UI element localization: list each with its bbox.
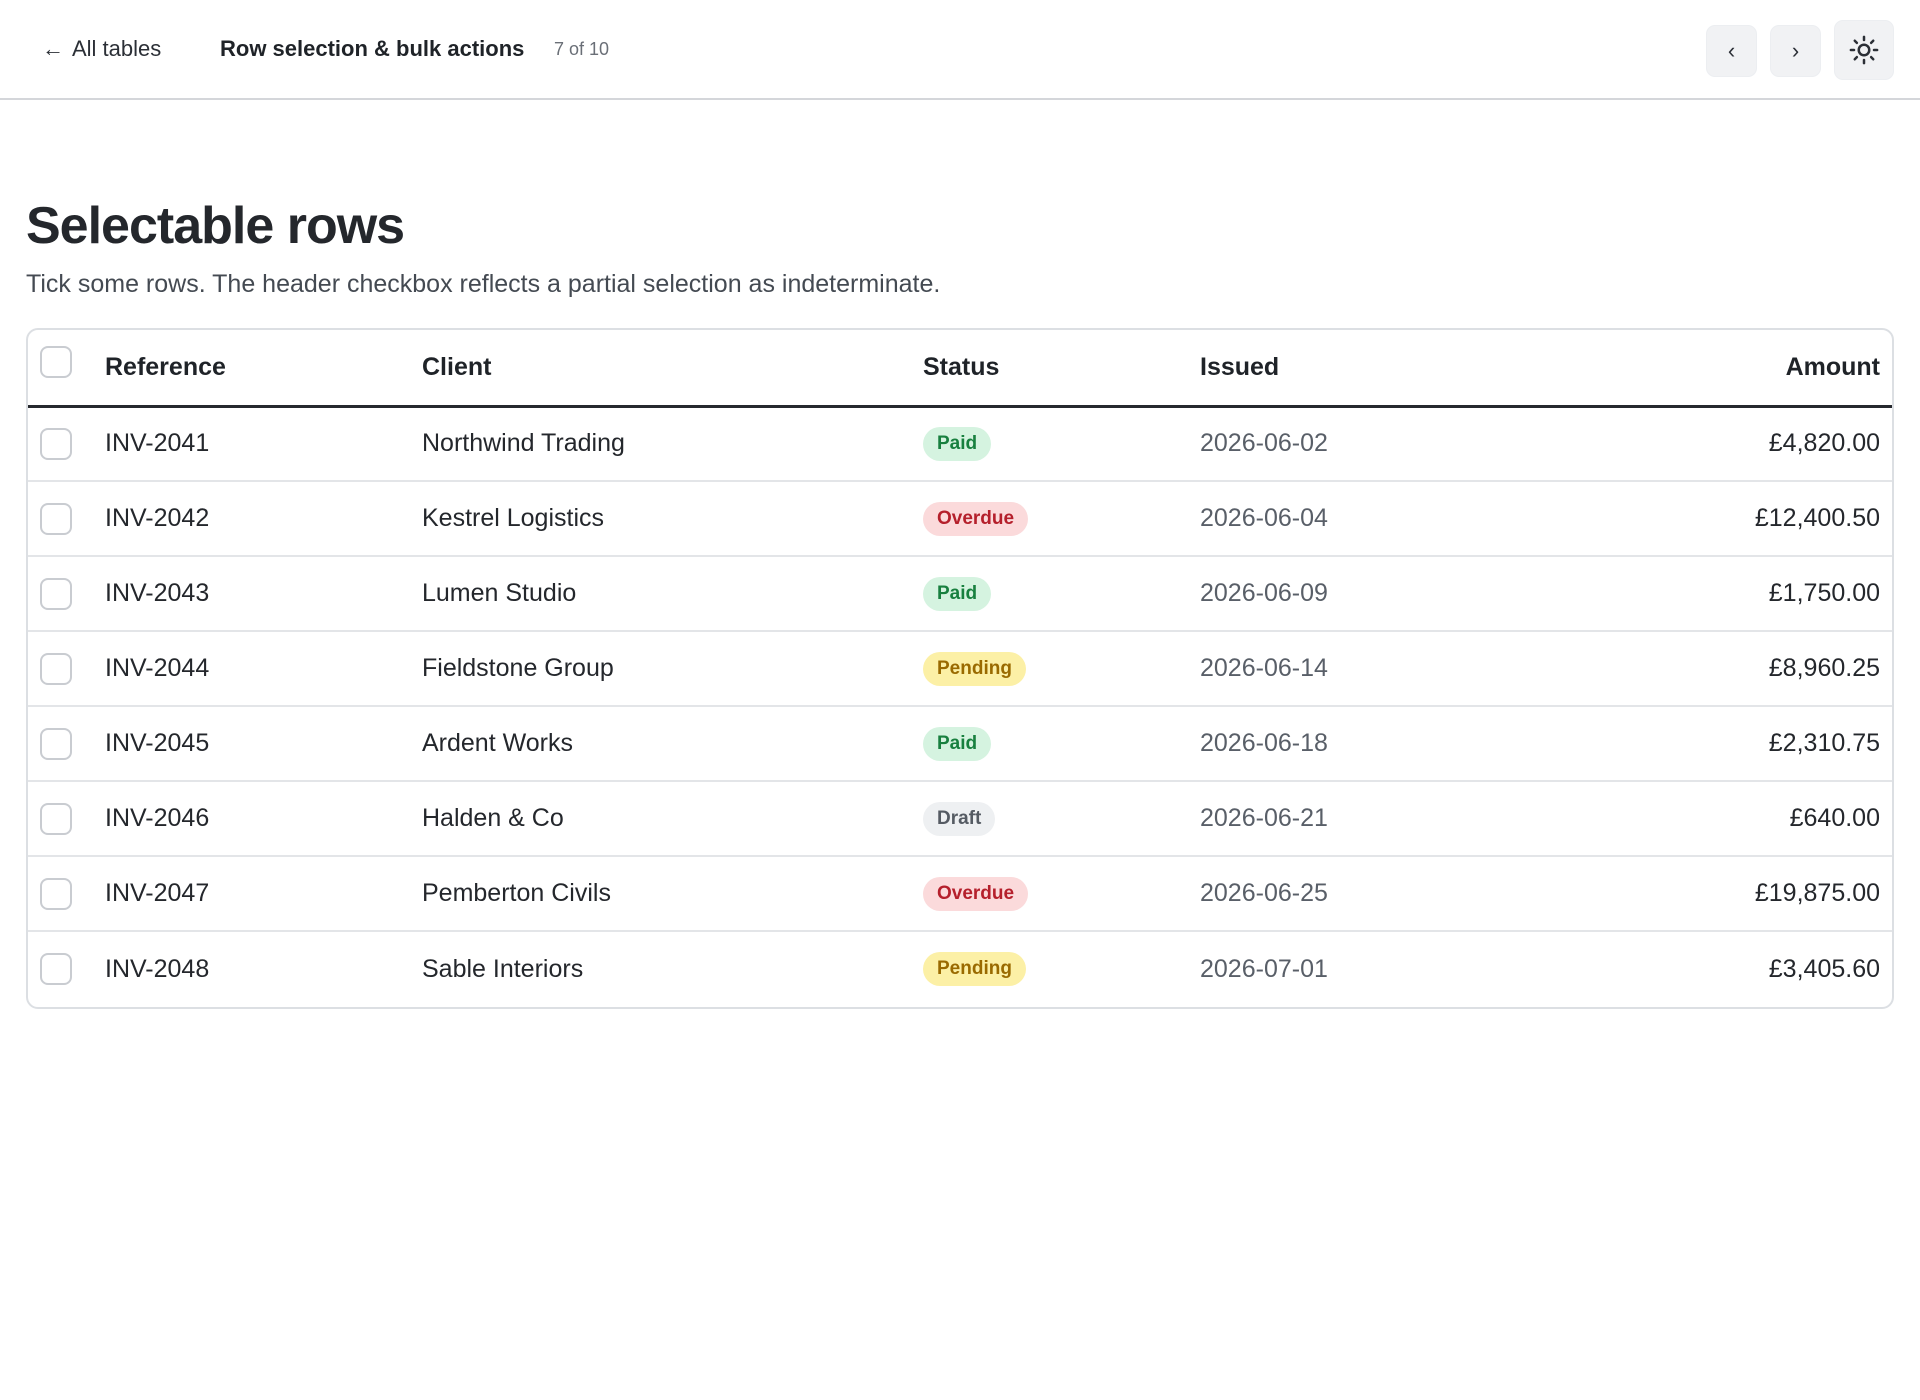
select-all-checkbox[interactable] <box>40 346 72 379</box>
page-title: Selectable rows <box>26 197 405 255</box>
row-select-cell <box>28 556 105 631</box>
column-header-issued[interactable]: Issued <box>1200 330 1549 406</box>
reference-cell: INV-2043 <box>105 579 210 607</box>
reference-cell: INV-2041 <box>105 429 210 458</box>
row-checkbox[interactable] <box>40 427 72 460</box>
row-checkbox[interactable] <box>40 727 72 760</box>
table-row[interactable]: INV-2045 Ardent Works Paid 2026-06-18 £2,310… <box>28 706 1892 781</box>
client-cell: Kestrel Logistics <box>422 504 605 532</box>
row-checkbox[interactable] <box>40 953 72 985</box>
client-cell: Northwind Trading <box>422 429 625 458</box>
amount-cell: £640.00 <box>1789 804 1880 832</box>
top-bar: ← All tables Row selection & bulk action… <box>0 0 1920 100</box>
amount-cell: £3,405.60 <box>1768 954 1880 983</box>
row-checkbox[interactable] <box>40 802 72 835</box>
chevron-left-icon: ‹ <box>1727 38 1736 63</box>
row-checkbox[interactable] <box>40 502 72 535</box>
client-cell: Sable Interiors <box>422 954 584 983</box>
status-badge: Paid <box>923 576 992 611</box>
table-header-row: Reference Client Status Issued Amount <box>28 330 1892 406</box>
column-header-amount[interactable]: Amount <box>1549 330 1892 406</box>
status-cell: Pending <box>923 631 1200 706</box>
reference-cell: INV-2045 <box>105 729 210 757</box>
all-tables-label: All tables <box>72 36 162 61</box>
status-badge: Paid <box>923 726 992 761</box>
invoice-table: Reference Client Status Issued Amount IN… <box>28 330 1892 1006</box>
status-badge: Paid <box>923 426 992 461</box>
issued-cell: 2026-06-25 <box>1200 879 1328 907</box>
column-header-client[interactable]: Client <box>422 330 923 406</box>
next-button[interactable]: › <box>1770 25 1821 77</box>
status-badge: Pending <box>923 952 1026 986</box>
table-row[interactable]: INV-2042 Kestrel Logistics Overdue 2026-06-… <box>28 481 1892 556</box>
status-cell: Draft <box>923 781 1200 856</box>
table-row[interactable]: INV-2044 Fieldstone Group Pending 2026-06-1… <box>28 631 1892 706</box>
issued-cell: 2026-06-18 <box>1200 729 1328 757</box>
row-select-cell <box>28 481 105 556</box>
row-checkbox[interactable] <box>40 877 72 910</box>
status-cell: Overdue <box>923 856 1200 931</box>
issued-cell: 2026-07-01 <box>1200 954 1328 983</box>
amount-cell: £4,820.00 <box>1768 429 1880 458</box>
table-row[interactable]: INV-2048 Sable Interiors Pending 2026-07-01… <box>28 931 1892 1006</box>
status-cell: Paid <box>923 706 1200 781</box>
column-header-reference[interactable]: Reference <box>105 330 422 406</box>
chevron-right-icon: › <box>1791 38 1800 63</box>
client-cell: Ardent Works <box>422 729 573 757</box>
sun-icon <box>1849 35 1879 65</box>
arrow-left-icon: ← <box>42 36 64 61</box>
row-select-cell <box>28 931 105 1006</box>
row-select-cell <box>28 706 105 781</box>
previous-button[interactable]: ‹ <box>1706 25 1757 77</box>
row-select-cell <box>28 856 105 931</box>
row-select-cell <box>28 631 105 706</box>
issued-cell: 2026-06-09 <box>1200 579 1328 607</box>
amount-cell: £2,310.75 <box>1768 729 1880 757</box>
column-header-status[interactable]: Status <box>923 330 1200 406</box>
status-badge: Pending <box>923 651 1026 686</box>
issued-cell: 2026-06-04 <box>1200 504 1328 532</box>
client-cell: Fieldstone Group <box>422 654 614 682</box>
client-cell: Halden & Co <box>422 804 564 832</box>
page-counter: 7 of 10 <box>554 39 610 59</box>
issued-cell: 2026-06-14 <box>1200 654 1328 682</box>
row-checkbox[interactable] <box>40 652 72 685</box>
table-row[interactable]: INV-2047 Pemberton Civils Overdue 2026-06-2… <box>28 856 1892 931</box>
issued-cell: 2026-06-02 <box>1200 429 1328 458</box>
all-tables-link[interactable]: ← All tables <box>42 36 161 62</box>
status-badge: Overdue <box>923 501 1029 536</box>
amount-cell: £8,960.25 <box>1768 654 1880 682</box>
client-cell: Lumen Studio <box>422 579 577 607</box>
select-all-cell <box>28 330 105 406</box>
reference-cell: INV-2044 <box>105 654 210 682</box>
amount-cell: £12,400.50 <box>1754 504 1880 532</box>
status-badge: Draft <box>923 801 996 836</box>
row-checkbox[interactable] <box>40 577 72 610</box>
context-title: Row selection & bulk actions <box>220 36 525 61</box>
status-cell: Pending <box>923 931 1200 1006</box>
amount-cell: £19,875.00 <box>1754 879 1880 907</box>
row-select-cell <box>28 781 105 856</box>
reference-cell: INV-2042 <box>105 504 210 532</box>
status-cell: Paid <box>923 406 1200 481</box>
table-row[interactable]: INV-2041 Northwind Trading Paid 2026-06-02 £… <box>28 406 1892 481</box>
page-description: Tick some rows. The header checkbox refl… <box>26 270 941 298</box>
reference-cell: INV-2046 <box>105 804 210 832</box>
reference-cell: INV-2047 <box>105 879 210 907</box>
status-cell: Paid <box>923 556 1200 631</box>
issued-cell: 2026-06-21 <box>1200 804 1328 832</box>
status-badge: Overdue <box>923 876 1029 911</box>
amount-cell: £1,750.00 <box>1768 579 1880 607</box>
theme-toggle-button[interactable] <box>1834 20 1894 80</box>
client-cell: Pemberton Civils <box>422 879 611 907</box>
status-cell: Overdue <box>923 481 1200 556</box>
invoice-table-card: Reference Client Status Issued Amount IN… <box>26 328 1894 1009</box>
reference-cell: INV-2048 <box>105 954 210 983</box>
table-body: INV-2041 Northwind Trading Paid 2026-06-02 £… <box>28 406 1892 1006</box>
table-row[interactable]: INV-2043 Lumen Studio Paid 2026-06-09 £1,750… <box>28 556 1892 631</box>
row-select-cell <box>28 406 105 481</box>
table-row[interactable]: INV-2046 Halden & Co Draft 2026-06-21 £640.0… <box>28 781 1892 856</box>
